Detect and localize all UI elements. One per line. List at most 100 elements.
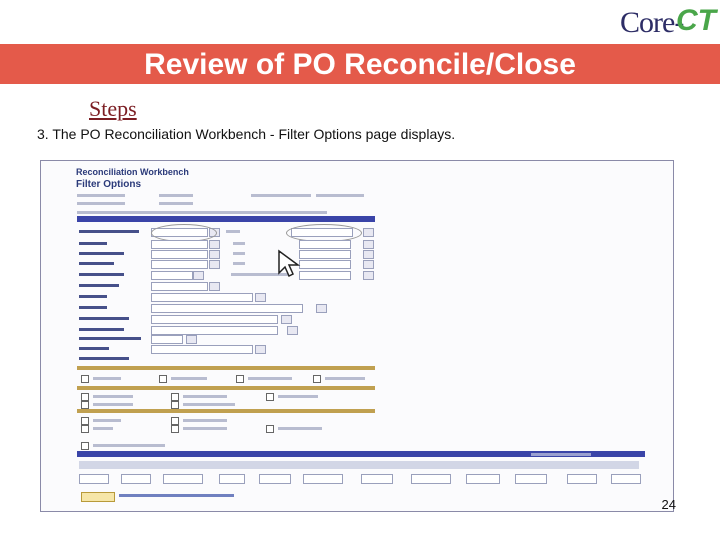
criteria-field[interactable]: [151, 260, 208, 269]
calendar-icon[interactable]: [209, 260, 220, 269]
lookup-icon[interactable]: [255, 345, 266, 354]
status-checkbox[interactable]: [81, 375, 89, 383]
grid-cell[interactable]: [259, 474, 291, 484]
calendar-icon[interactable]: [363, 240, 374, 249]
receipt-checkbox[interactable]: [266, 393, 274, 401]
match-checkbox[interactable]: [81, 425, 89, 433]
lookup-icon[interactable]: [363, 271, 374, 280]
logo-ct-text: CT: [676, 4, 716, 37]
instruction-text: [77, 211, 327, 214]
criteria-field[interactable]: [151, 315, 278, 324]
lookup-icon[interactable]: [316, 304, 327, 313]
lookup-icon[interactable]: [255, 293, 266, 302]
grid-cell[interactable]: [163, 474, 203, 484]
lookup-icon[interactable]: [193, 271, 204, 280]
criteria-field[interactable]: [299, 271, 351, 280]
field-label: [251, 194, 311, 197]
criteria-field[interactable]: [151, 293, 253, 302]
criteria-field[interactable]: [151, 326, 278, 335]
lookup-icon[interactable]: [186, 335, 197, 344]
match-checkbox[interactable]: [171, 425, 179, 433]
checkbox-label: [183, 395, 227, 398]
workbench-screenshot: Reconciliation Workbench Filter Options: [40, 160, 674, 512]
grid-cell[interactable]: [411, 474, 451, 484]
criteria-field[interactable]: [151, 282, 208, 291]
checkbox-label: [93, 403, 133, 406]
checkbox-label: [278, 427, 322, 430]
status-section-bar: [77, 366, 375, 370]
grid-cell[interactable]: [515, 474, 547, 484]
criteria-label: [79, 262, 114, 265]
receipt-checkbox[interactable]: [171, 401, 179, 409]
grid-cell[interactable]: [219, 474, 245, 484]
search-criteria-bar: [77, 216, 375, 222]
grid-nav-text: [531, 453, 591, 456]
criteria-field[interactable]: [151, 304, 303, 313]
grid-cell[interactable]: [361, 474, 393, 484]
checkbox-label: [93, 395, 133, 398]
match-section-bar: [77, 409, 375, 413]
receipt-checkbox[interactable]: [81, 393, 89, 401]
core-ct-logo: Core- CT: [620, 4, 716, 44]
to-label: [233, 252, 245, 255]
criteria-label: [79, 242, 107, 245]
calendar-icon[interactable]: [363, 250, 374, 259]
criteria-label: [79, 357, 129, 360]
calendar-icon[interactable]: [363, 260, 374, 269]
checkbox-label: [325, 377, 365, 380]
receipt-checkbox[interactable]: [81, 401, 89, 409]
checkbox-label: [183, 427, 227, 430]
lookup-icon[interactable]: [363, 228, 374, 237]
criteria-field[interactable]: [151, 335, 183, 344]
field-label: [77, 202, 125, 205]
grid-cell[interactable]: [466, 474, 500, 484]
receipt-checkbox[interactable]: [171, 393, 179, 401]
checkbox-label: [248, 377, 292, 380]
grid-cell[interactable]: [303, 474, 343, 484]
grid-cell[interactable]: [121, 474, 151, 484]
criteria-field[interactable]: [151, 240, 208, 249]
search-button[interactable]: [81, 492, 115, 502]
page-number: 24: [661, 497, 676, 512]
criteria-label: [79, 328, 124, 331]
grid-cell[interactable]: [79, 474, 109, 484]
mouse-pointer-icon: [278, 249, 301, 278]
lookup-icon[interactable]: [209, 282, 220, 291]
status-checkbox[interactable]: [313, 375, 321, 383]
status-checkbox[interactable]: [159, 375, 167, 383]
criteria-field[interactable]: [151, 271, 193, 280]
steps-heading: Steps: [89, 96, 137, 121]
status-checkbox[interactable]: [236, 375, 244, 383]
field-label: [77, 194, 125, 197]
checkbox-label: [171, 377, 207, 380]
criteria-field[interactable]: [299, 260, 351, 269]
checkbox-label: [183, 403, 235, 406]
grid-header-row: [79, 461, 639, 469]
criteria-label: [79, 306, 107, 309]
return-to-workbench-link[interactable]: [119, 494, 234, 497]
grid-cell[interactable]: [611, 474, 641, 484]
encumbrance-checkbox[interactable]: [81, 442, 89, 450]
criteria-field[interactable]: [151, 345, 253, 354]
calendar-icon[interactable]: [209, 250, 220, 259]
lookup-icon[interactable]: [281, 315, 292, 324]
receipt-section-bar: [77, 386, 375, 390]
criteria-field[interactable]: [151, 250, 208, 259]
field-value: [159, 202, 193, 205]
criteria-field[interactable]: [299, 240, 351, 249]
grid-cell[interactable]: [567, 474, 597, 484]
checkbox-label: [93, 444, 165, 447]
checkbox-label: [93, 419, 121, 422]
checkbox-label: [93, 427, 113, 430]
match-checkbox[interactable]: [171, 417, 179, 425]
criteria-label: [79, 317, 129, 320]
match-checkbox[interactable]: [81, 417, 89, 425]
calendar-icon[interactable]: [209, 240, 220, 249]
to-label: [233, 262, 245, 265]
screenshot-subtitle: Filter Options: [76, 179, 141, 190]
checkbox-label: [278, 395, 318, 398]
criteria-field[interactable]: [299, 250, 351, 259]
lookup-icon[interactable]: [287, 326, 298, 335]
to-label: [233, 242, 245, 245]
match-checkbox[interactable]: [266, 425, 274, 433]
